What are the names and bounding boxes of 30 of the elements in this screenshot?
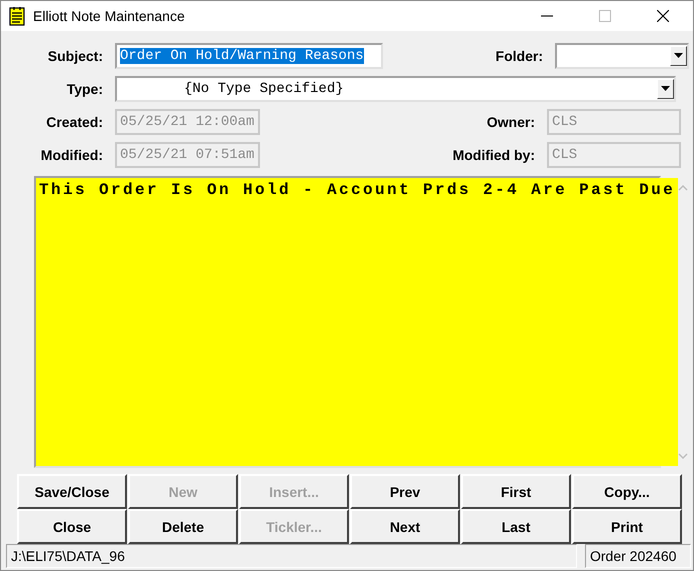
action-button[interactable]: Prev <box>350 474 460 509</box>
field-label: Type: <box>66 80 103 96</box>
scroll-down-icon[interactable] <box>678 453 688 459</box>
dropdown-arrow-icon <box>674 53 683 58</box>
type-dropdown[interactable]: {No Type Specified} <box>115 76 676 102</box>
field-label: Modified by: <box>452 146 535 162</box>
window-title: Elliott Note Maintenance <box>33 8 185 24</box>
dropdown-arrow-icon <box>661 86 670 91</box>
action-button[interactable]: Last <box>461 509 571 544</box>
action-button[interactable]: Delete <box>128 509 238 544</box>
note-icon <box>9 6 25 26</box>
action-button[interactable]: Copy... <box>572 474 682 509</box>
folder-dropdown[interactable] <box>555 42 689 68</box>
note-text-area[interactable]: This Order Is On Hold - Account Prds 2-4 Are Past Due <box>36 178 678 466</box>
action-button[interactable]: Save/Close <box>17 474 127 509</box>
field-label: Owner: <box>486 114 535 130</box>
field-label: Folder: <box>494 48 543 64</box>
field-label: Created: <box>45 114 103 130</box>
status-record: Order 202460 <box>585 544 691 568</box>
status-path: J:\ELI75\DATA_96 <box>6 544 577 568</box>
scroll-up-icon[interactable] <box>678 185 688 191</box>
field-label: Modified: <box>40 146 103 162</box>
maximize-icon[interactable] <box>599 10 611 22</box>
field-label: Subject: <box>46 48 103 64</box>
action-button[interactable]: Close <box>17 509 127 544</box>
subject-field[interactable]: Order On Hold/Warning Reasons <box>115 42 383 68</box>
close-icon[interactable] <box>657 10 669 22</box>
action-button[interactable]: Print <box>572 509 682 544</box>
action-button[interactable]: First <box>461 474 571 509</box>
action-button[interactable]: Next <box>350 509 460 544</box>
